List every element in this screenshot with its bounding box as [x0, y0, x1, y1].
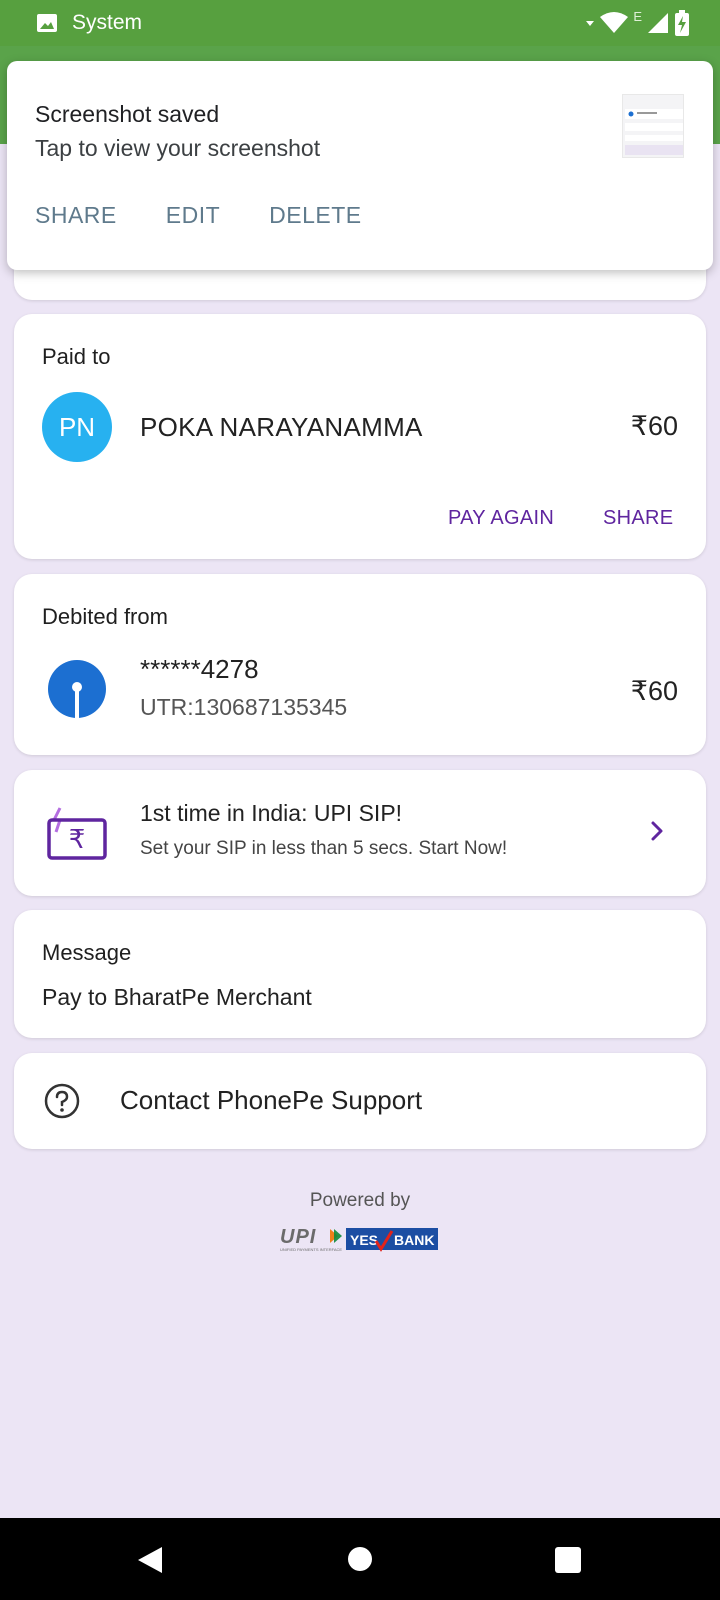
- bank-logo-icon: [48, 660, 106, 718]
- rupee-card-icon: ₹: [47, 807, 107, 860]
- svg-text:₹: ₹: [69, 825, 86, 855]
- signal-icon: [648, 13, 668, 33]
- debited-from-card: Debited from ******4278 UTR:130687135345…: [14, 574, 706, 755]
- powered-by-label: Powered by: [309, 1190, 411, 1211]
- thumbnail-preview-icon: [625, 109, 683, 155]
- paid-amount: ₹60: [630, 411, 678, 441]
- promo-subtitle: Set your SIP in less than 5 secs. Start …: [140, 838, 508, 859]
- delete-action-button[interactable]: DELETE: [269, 202, 361, 229]
- message-card: Message Pay to BharatPe Merchant: [14, 910, 706, 1038]
- wifi-icon: [600, 12, 629, 33]
- share-button[interactable]: SHARE: [603, 507, 673, 530]
- upi-logo-tagline: UNIFIED PAYMENTS INTERFACE: [280, 1247, 342, 1252]
- home-icon[interactable]: [348, 1547, 372, 1571]
- notification-text: Tap to view your screenshot: [35, 135, 321, 161]
- share-action-button[interactable]: SHARE: [35, 202, 117, 229]
- notification-title: Screenshot saved: [35, 101, 220, 127]
- notification-actions: SHARE EDIT DELETE: [35, 202, 362, 229]
- paid-to-label: Paid to: [42, 344, 111, 369]
- chevron-right-icon[interactable]: [646, 820, 668, 842]
- status-bar: System E: [0, 0, 720, 46]
- screenshot-thumbnail[interactable]: [622, 94, 684, 158]
- image-icon: [37, 14, 57, 32]
- back-icon[interactable]: [136, 1545, 164, 1575]
- payee-name: POKA NARAYANAMMA: [140, 412, 423, 442]
- paid-to-card: Paid to PN POKA NARAYANAMMA ₹60 PAY AGAI…: [14, 314, 706, 559]
- avatar-initials: PN: [58, 411, 96, 442]
- pay-again-button[interactable]: PAY AGAIN: [448, 507, 554, 530]
- recent-apps-icon[interactable]: [555, 1547, 581, 1573]
- debited-from-label: Debited from: [42, 604, 168, 629]
- status-icons: E: [585, 8, 690, 38]
- contact-support-card[interactable]: Contact PhonePe Support: [14, 1053, 706, 1149]
- bank-logo-text: BANK: [394, 1232, 434, 1248]
- dropdown-arrow-icon: [586, 21, 595, 26]
- upi-logo-text: UPI: [280, 1226, 316, 1248]
- screenshot-notification[interactable]: Screenshot saved Tap to view your screen…: [7, 61, 713, 270]
- debited-amount: ₹60: [630, 676, 678, 706]
- contact-support-label: Contact PhonePe Support: [120, 1085, 423, 1115]
- upi-yes-bank-logo: UPI UNIFIED PAYMENTS INTERFACE YES BANK: [280, 1226, 438, 1252]
- message-text: Pay to BharatPe Merchant: [42, 984, 312, 1010]
- account-number: ******4278: [140, 654, 259, 684]
- network-type-label: E: [633, 8, 642, 24]
- yes-logo-text: YES: [350, 1232, 378, 1248]
- avatar: PN: [42, 392, 112, 462]
- message-label: Message: [42, 940, 132, 965]
- promo-title: 1st time in India: UPI SIP!: [140, 800, 403, 826]
- upi-sip-promo-card[interactable]: ₹ 1st time in India: UPI SIP! Set your S…: [14, 770, 706, 896]
- status-bar-label: System: [72, 11, 143, 34]
- battery-charging-icon: [675, 10, 689, 36]
- edit-action-button[interactable]: EDIT: [166, 202, 220, 229]
- help-circle-icon: [44, 1083, 80, 1119]
- utr-number: UTR:130687135345: [140, 694, 348, 720]
- system-navigation-bar: [0, 1518, 720, 1600]
